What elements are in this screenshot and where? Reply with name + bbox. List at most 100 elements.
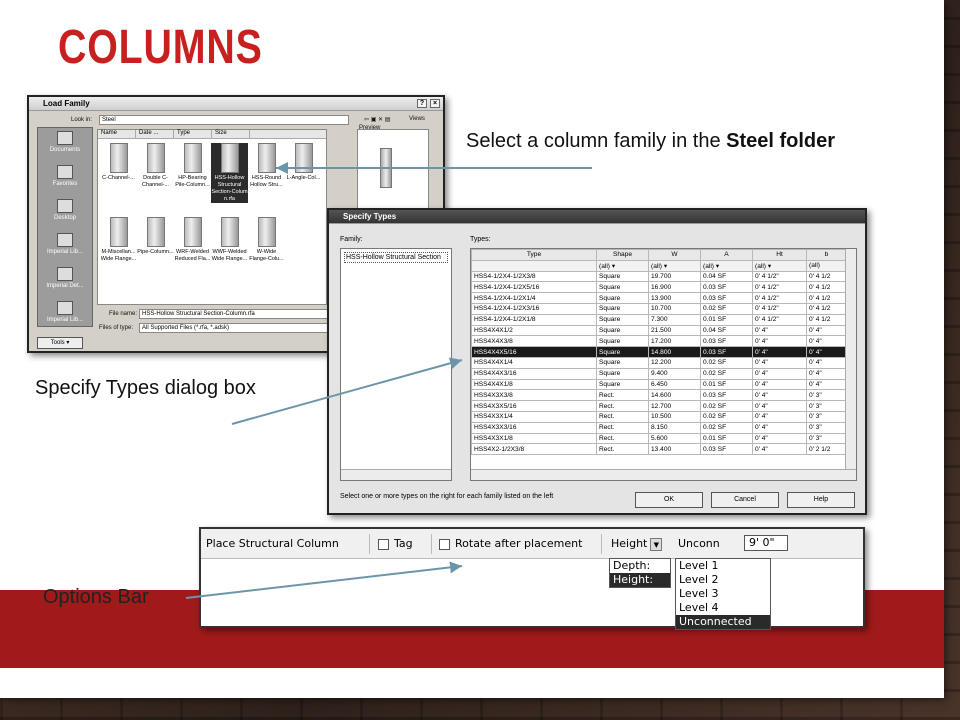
filter-dropdown[interactable]: (all) ▾ [596, 259, 649, 272]
type-cell: HSS4X3X3/8 [471, 389, 597, 402]
type-row[interactable]: HSS4X2-1/2X3/8 Rect. 13.400 0.03 SF 0' 4" 0' … [471, 443, 847, 456]
type-cell: 6.450 [648, 378, 701, 391]
column-date[interactable]: Date ... [136, 130, 174, 138]
file-item[interactable]: HP-Bearing Pile-Column... [174, 143, 211, 203]
rotate-checkbox[interactable]: Rotate after placement [439, 529, 582, 559]
type-row[interactable]: HSS4X3X5/16 Rect. 12.700 0.02 SF 0' 4" 0' 3" [471, 400, 847, 412]
column-size[interactable]: Size [212, 130, 250, 138]
ok-button[interactable]: OK [635, 492, 703, 508]
file-item-selected[interactable]: HSS-Hollow Structural Section-Colum n.rf… [211, 143, 248, 203]
column-family-icon [146, 217, 165, 247]
type-row[interactable]: HSS4X4X1/2 Square 21.500 0.04 SF 0' 4" 0' 4" [471, 324, 847, 337]
option-height[interactable]: Height: [610, 573, 670, 587]
type-row-selected[interactable]: HSS4X4X5/16 Square 14.800 0.03 SF 0' 4" 0' 4" [471, 346, 847, 358]
type-cell: HSS4-1/2X4-1/2X3/16 [471, 302, 597, 315]
file-item[interactable]: Double C-Channel-... [137, 143, 174, 203]
header-type[interactable]: Type [471, 249, 597, 261]
types-grid: Type Shape W A Ht b (all) ▾ (all) ▾ (all… [471, 249, 847, 456]
type-cell: 0' 4" [752, 421, 807, 434]
file-item[interactable]: M-Miscellan... Wide Flange... [100, 217, 137, 263]
file-item[interactable]: Pipe-Column... [137, 217, 174, 263]
type-cell: 0' 3" [806, 432, 847, 445]
header-b[interactable]: b [806, 249, 847, 261]
option-unconnected[interactable]: Unconnected [676, 615, 770, 629]
header-w[interactable]: W [648, 249, 701, 261]
type-cell: 0' 4" [752, 356, 807, 369]
filter-dropdown[interactable]: (all) ▾ [648, 259, 701, 272]
height-dropdown[interactable]: Height ▼ [611, 529, 663, 559]
family-list-item[interactable]: HSS-Hollow Structural Section [344, 252, 448, 263]
type-row[interactable]: HSS4X4X1/8 Square 6.450 0.01 SF 0' 4" 0' 4" [471, 378, 847, 391]
file-name-input[interactable]: HSS-Hollow Structural Section-Column.rfa [139, 309, 329, 319]
type-cell: Square [596, 378, 649, 391]
header-shape[interactable]: Shape [596, 249, 649, 261]
option-level-2[interactable]: Level 2 [676, 573, 770, 587]
filter-dropdown[interactable]: (all) ▾ [700, 259, 753, 272]
filter-dropdown[interactable]: (all) [806, 259, 847, 272]
option-depth[interactable]: Depth: [610, 559, 670, 573]
column-name[interactable]: Name [98, 130, 136, 138]
column-preview-icon [380, 148, 392, 188]
option-level-4[interactable]: Level 4 [676, 601, 770, 615]
cancel-button[interactable]: Cancel [711, 492, 779, 508]
file-item[interactable]: W-Wide Flange-Colu... [248, 217, 285, 263]
file-item[interactable]: WRF-Welded Reduced Fla... [174, 217, 211, 263]
type-row[interactable]: HSS4X4X3/16 Square 9.400 0.02 SF 0' 4" 0' 4" [471, 367, 847, 380]
unconn-dropdown[interactable]: Unconn [678, 529, 720, 559]
place-imperial-lib[interactable]: Imperial Lib... [38, 230, 92, 264]
type-row[interactable]: HSS4-1/2X4-1/2X1/8 Square 7.300 0.01 SF 0' 4… [471, 313, 847, 326]
type-row[interactable]: HSS4X3X3/16 Rect. 8.150 0.02 SF 0' 4" 0' 3" [471, 421, 847, 434]
header-a[interactable]: A [700, 249, 753, 261]
type-row[interactable]: HSS4-1/2X4-1/2X3/8 Square 19.700 0.04 SF 0' … [471, 270, 847, 283]
views-menu[interactable]: Views [409, 116, 425, 122]
type-row[interactable]: HSS4X3X1/8 Rect. 5.600 0.01 SF 0' 4" 0' 3" [471, 432, 847, 445]
toolbar-icons[interactable]: ⇦ ▣ ✕ ▤ [364, 116, 390, 123]
column-family-icon [183, 217, 202, 247]
type-cell: 0' 4" [752, 400, 807, 412]
place-imperial-lib-2[interactable]: Imperial Lib... [38, 298, 92, 332]
type-row[interactable]: HSS4X3X1/4 Rect. 10.500 0.02 SF 0' 4" 0' 3" [471, 410, 847, 423]
column-family-icon [257, 143, 276, 173]
column-type[interactable]: Type [174, 130, 212, 138]
type-cell: 0.01 SF [700, 432, 753, 445]
filter-dropdown[interactable]: (all) ▾ [752, 259, 807, 272]
type-row[interactable]: HSS4X3X3/8 Rect. 14.600 0.03 SF 0' 4" 0' 3" [471, 389, 847, 402]
tag-checkbox[interactable]: Tag [378, 529, 413, 559]
type-row[interactable]: HSS4-1/2X4-1/2X1/4 Square 13.900 0.03 SF 0' … [471, 292, 847, 304]
file-item[interactable]: L-Angle-Col... [285, 143, 322, 203]
look-in-select[interactable]: Steel [99, 115, 349, 125]
file-item[interactable]: HSS-Round Hollow Stru... [248, 143, 285, 203]
option-level-1[interactable]: Level 1 [676, 559, 770, 573]
places-bar: Documents Favorites Desktop Imperial Lib… [37, 127, 93, 327]
place-documents[interactable]: Documents [38, 128, 92, 162]
help-button[interactable]: Help [787, 492, 855, 508]
files-of-type-select[interactable]: All Supported Files (*.rfa, *.adsk) [139, 323, 329, 333]
type-cell: 17.200 [648, 335, 701, 348]
close-icon[interactable]: × [430, 99, 440, 108]
type-cell: 0' 4 1/2 [806, 313, 847, 326]
type-cell: Square [596, 313, 649, 326]
column-family-icon [257, 217, 276, 247]
types-vscrollbar[interactable] [845, 249, 856, 480]
header-ht[interactable]: Ht [752, 249, 807, 261]
place-desktop[interactable]: Desktop [38, 196, 92, 230]
types-hscrollbar[interactable] [471, 469, 856, 480]
file-item[interactable]: WWF-Welded Wide Flange... [211, 217, 248, 263]
type-cell: HSS4X4X1/8 [471, 378, 597, 391]
place-imperial-det[interactable]: Imperial Det... [38, 264, 92, 298]
type-cell: 19.700 [648, 270, 701, 283]
type-cell: 0.03 SF [700, 281, 753, 294]
type-row[interactable]: HSS4-1/2X4-1/2X5/16 Square 16.900 0.03 SF 0'… [471, 281, 847, 294]
type-row[interactable]: HSS4X4X3/8 Square 17.200 0.03 SF 0' 4" 0' 4" [471, 335, 847, 348]
height-value-input[interactable]: 9' 0" [744, 535, 788, 551]
option-level-3[interactable]: Level 3 [676, 587, 770, 601]
filter-row: (all) ▾ (all) ▾ (all) ▾ (all) ▾ (all) [471, 259, 847, 272]
type-row[interactable]: HSS4-1/2X4-1/2X3/16 Square 10.700 0.02 SF 0'… [471, 302, 847, 315]
family-hscrollbar[interactable] [341, 469, 451, 480]
type-row[interactable]: HSS4X4X1/4 Square 12.200 0.02 SF 0' 4" 0' 4" [471, 356, 847, 369]
file-item[interactable]: C-Channel-... [100, 143, 137, 203]
tools-button[interactable]: Tools ▾ [37, 337, 83, 349]
place-favorites[interactable]: Favorites [38, 162, 92, 196]
help-icon[interactable]: ? [417, 99, 427, 108]
type-cell: 0' 4 1/2 [806, 302, 847, 315]
